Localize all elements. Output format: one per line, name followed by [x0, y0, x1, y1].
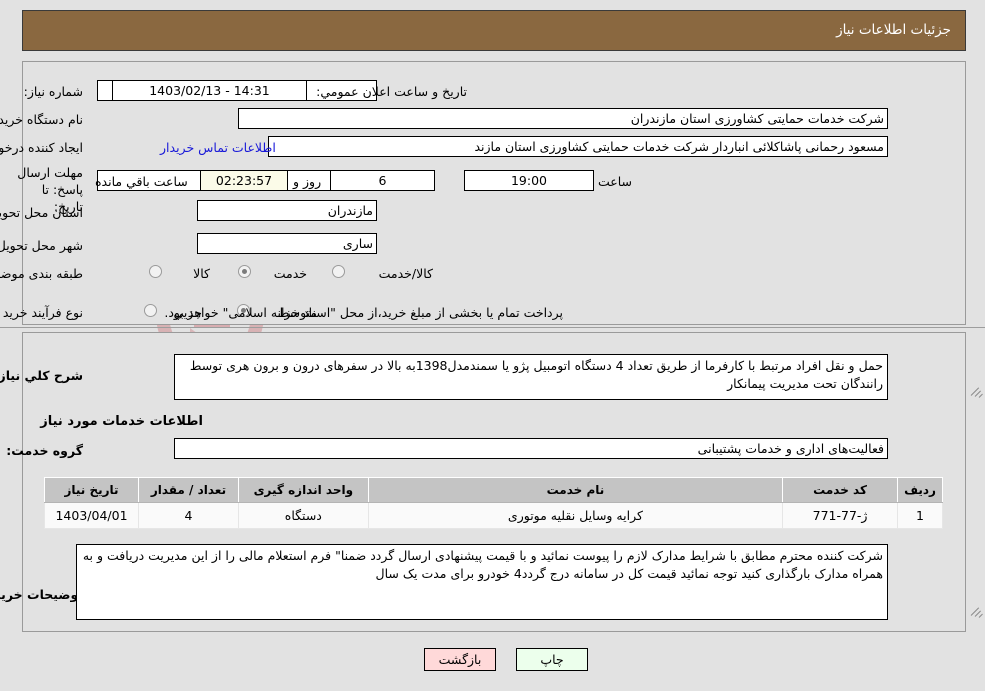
category-option-khedmat-label: خدمت: [273, 266, 307, 281]
city-label: شهر محل تحویل:: [0, 238, 83, 253]
category-label: طبقه بندی موضوعی:: [0, 266, 83, 281]
deadline-time-value: 19:00: [464, 170, 594, 191]
print-button[interactable]: چاپ: [516, 648, 588, 671]
buyer-notes-value[interactable]: شرکت کننده محترم مطابق با شرایط مدارک لا…: [76, 544, 888, 620]
category-option-kala-khedmat-label: کالا/خدمت: [378, 266, 433, 281]
table-header-row: ردیف کد خدمت نام خدمت واحد اندازه گیری ت…: [43, 477, 943, 503]
deadline-days-suffix: روز و: [293, 174, 322, 189]
buyer-contact-link[interactable]: اطلاعات تماس خریدار: [160, 140, 276, 155]
window-title-bar: جزئیات اطلاعات نیاز: [22, 10, 966, 51]
services-heading: اطلاعات خدمات مورد نیاز: [40, 414, 203, 429]
col-quantity: تعداد / مقدار: [138, 477, 239, 503]
cell-unit: دستگاه: [237, 502, 369, 529]
category-radio-khedmat[interactable]: [238, 265, 251, 278]
back-button[interactable]: بازگشت: [424, 648, 496, 671]
city-value: ساری: [197, 233, 377, 254]
deadline-days-value: 6: [330, 170, 435, 191]
page-root: ArtaTender.ir جزئیات اطلاعات نیاز شماره …: [0, 0, 985, 691]
category-radio-kala[interactable]: [149, 265, 162, 278]
section-divider-top: [0, 327, 985, 328]
cell-radif: 1: [897, 502, 943, 529]
deadline-countdown-value: 02:23:57: [200, 170, 288, 191]
buyer-org-label: نام دستگاه خریدار:: [0, 112, 83, 127]
requester-label: ایجاد کننده درخواست:: [0, 140, 83, 155]
public-announce-value: 14:31 - 1403/02/13: [112, 80, 307, 101]
province-label: استان محل تحویل:: [0, 205, 83, 220]
cell-quantity: 4: [138, 502, 239, 529]
category-option-kala-label: کالا: [193, 266, 210, 281]
cell-service-code: ژ-77-771: [782, 502, 899, 529]
page-title: جزئیات اطلاعات نیاز: [836, 22, 951, 38]
col-radif: ردیف: [897, 477, 943, 503]
process-type-note: پرداخت تمام یا بخشی از مبلغ خرید،از محل …: [164, 305, 563, 320]
public-announce-label: تاریخ و ساعت اعلان عمومي:: [316, 84, 467, 99]
buyer-notes-label: توضیحات خریدار:: [0, 587, 83, 602]
service-group-label: گروه خدمت:: [6, 443, 83, 458]
process-type-label: نوع فرآیند خرید :: [0, 305, 83, 320]
items-table: ردیف کد خدمت نام خدمت واحد اندازه گیری ت…: [43, 477, 943, 529]
col-service-code: کد خدمت: [782, 477, 899, 503]
province-value: مازندران: [197, 200, 377, 221]
cell-need-date: 1403/04/01: [43, 502, 140, 529]
col-unit: واحد اندازه گیری: [237, 477, 369, 503]
requester-value: مسعود رحمانی پاشاکلائی انباردار شرکت خدم…: [268, 136, 888, 157]
cell-service-name: کرایه وسایل نقلیه موتوری: [367, 502, 784, 529]
general-description-value[interactable]: حمل و نقل افراد مرتبط با کارفرما از طریق…: [174, 354, 888, 400]
general-description-resize-handle[interactable]: [970, 385, 983, 398]
service-group-value: فعالیت‌های اداری و خدمات پشتیبانی: [174, 438, 888, 459]
buyer-notes-resize-handle[interactable]: [970, 605, 983, 618]
table-row: 1 ژ-77-771 کرایه وسایل نقلیه موتوری دستگ…: [43, 502, 943, 529]
buyer-org-value: شرکت خدمات حمایتی کشاورزی استان مازندران: [238, 108, 888, 129]
col-service-name: نام خدمت: [367, 477, 784, 503]
general-description-label: شرح کلي نیاز:: [0, 368, 83, 383]
deadline-countdown-suffix: ساعت باقي مانده: [95, 174, 188, 189]
category-radio-kala-khedmat[interactable]: [332, 265, 345, 278]
process-radio-jozei[interactable]: [144, 304, 157, 317]
deadline-time-label: ساعت: [597, 174, 632, 189]
need-number-label: شماره نیاز:: [23, 84, 83, 99]
col-need-date: تاریخ نیاز: [43, 477, 140, 503]
